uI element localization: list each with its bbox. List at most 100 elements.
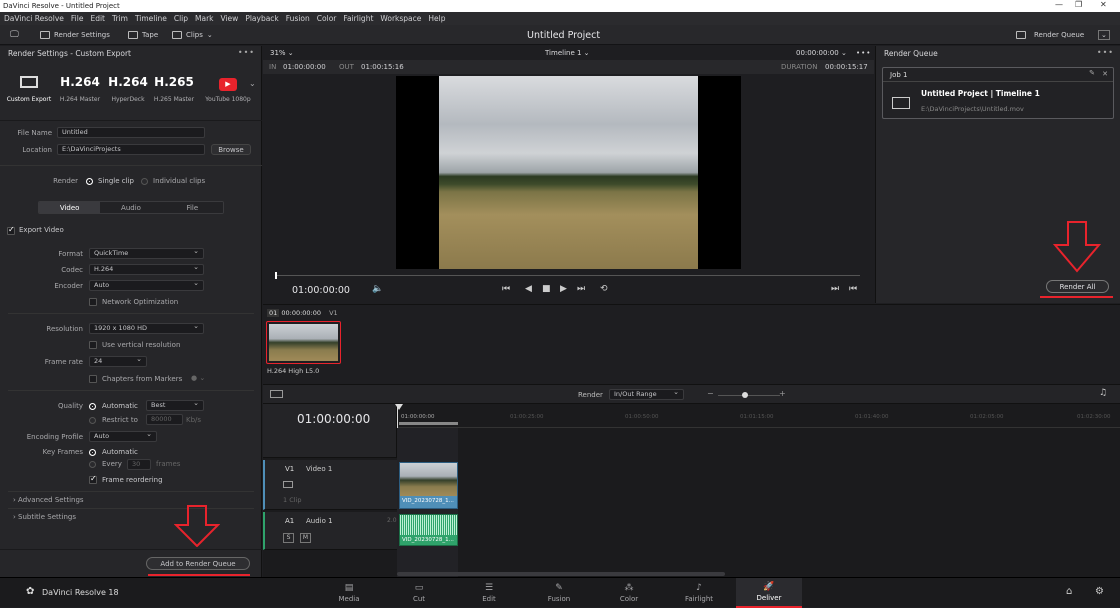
restrict-value-input[interactable]: 80000 — [146, 414, 183, 425]
audio-clip[interactable]: VID_20230728_1... — [399, 514, 458, 546]
timeline-scrollbar[interactable] — [397, 572, 725, 576]
video-frame[interactable] — [396, 76, 741, 269]
playhead-marker-icon[interactable] — [395, 404, 403, 410]
tab-file[interactable]: File — [161, 202, 223, 213]
keyframes-every-radio[interactable] — [89, 461, 96, 468]
solo-button[interactable]: S — [283, 533, 294, 543]
viewer-options-chevron-icon[interactable]: ⌄ — [841, 49, 847, 57]
track-header-a1[interactable]: A1 Audio 1 2.0 S M — [263, 512, 397, 550]
network-optimization-checkbox[interactable] — [89, 298, 97, 306]
menu-file[interactable]: File — [71, 14, 84, 23]
video-clip[interactable]: VID_20230728_1... — [399, 462, 458, 509]
timeline-view-icon[interactable] — [270, 390, 283, 398]
codec-dropdown[interactable]: H.264 — [89, 263, 204, 275]
render-all-button[interactable]: Render All — [1046, 280, 1109, 293]
every-frames-input[interactable]: 30 — [127, 459, 151, 470]
zoom-slider[interactable] — [718, 395, 780, 396]
menu-mark[interactable]: Mark — [195, 14, 214, 23]
marker-color-icon[interactable]: ● ⌄ — [191, 374, 205, 382]
add-to-render-queue-button[interactable]: Add to Render Queue — [146, 557, 250, 570]
previous-clip-icon[interactable]: ⏮ — [849, 284, 857, 294]
page-fairlight[interactable]: ♪ Fairlight — [666, 578, 732, 608]
zoom-slider-handle[interactable] — [742, 392, 748, 398]
remove-job-icon[interactable]: ✕ — [1102, 70, 1108, 78]
menu-fusion[interactable]: Fusion — [286, 14, 310, 23]
presets-chevron-icon[interactable]: ⌄ — [249, 79, 256, 88]
preset-h264-master[interactable]: H.264 H.264 Master — [56, 72, 104, 103]
resolution-dropdown[interactable]: 1920 x 1080 HD — [89, 322, 204, 334]
browse-button[interactable]: Browse — [211, 144, 251, 155]
menu-clip[interactable]: Clip — [174, 14, 188, 23]
menu-color[interactable]: Color — [317, 14, 337, 23]
menu-davinci[interactable]: DaVinci Resolve — [4, 14, 64, 23]
render-queue-more-icon[interactable]: ••• — [1097, 48, 1114, 57]
volume-icon[interactable]: 🔈 — [372, 284, 383, 294]
jump-to-start-icon[interactable]: ⏮ — [502, 284, 510, 294]
page-deliver[interactable]: 🚀 Deliver — [736, 578, 802, 608]
track-header-v1[interactable]: V1 Video 1 1 Clip — [263, 460, 397, 510]
preset-hyperdeck[interactable]: H.264 HyperDeck — [104, 72, 152, 103]
home-icon[interactable]: ⌂ — [1066, 586, 1072, 597]
mute-button[interactable]: M — [300, 533, 311, 543]
scrubber-bar[interactable] — [275, 275, 860, 276]
quality-automatic-radio[interactable] — [89, 403, 96, 410]
restrict-to-radio[interactable] — [89, 417, 96, 424]
single-clip-radio[interactable] — [86, 178, 93, 185]
render-settings-toggle[interactable]: Render Settings — [40, 25, 110, 45]
zoom-dropdown[interactable]: 31% ⌄ — [270, 49, 294, 57]
viewer-more-icon[interactable]: ••• — [856, 49, 871, 57]
subtitle-settings-expander[interactable]: › Subtitle Settings — [13, 513, 76, 521]
menu-view[interactable]: View — [221, 14, 239, 23]
preset-custom-export[interactable]: Custom Export — [5, 72, 53, 103]
loop-icon[interactable]: ⟲ — [600, 284, 608, 294]
export-video-checkbox[interactable] — [7, 225, 15, 235]
clips-toggle[interactable]: Clips ⌄ — [172, 25, 213, 45]
menu-playback[interactable]: Playback — [245, 14, 278, 23]
edit-job-icon[interactable]: ✎ — [1089, 69, 1095, 77]
track-toggle-icon[interactable] — [283, 481, 293, 488]
preset-h265-master[interactable]: H.265 H.265 Master — [150, 72, 198, 103]
vertical-resolution-checkbox[interactable] — [89, 341, 97, 349]
audio-meter-icon[interactable]: ♫ — [1099, 388, 1107, 398]
render-job-card[interactable]: Job 1 ✎ ✕ Untitled Project | Timeline 1 … — [882, 67, 1114, 119]
menu-help[interactable]: Help — [428, 14, 445, 23]
individual-clips-radio[interactable] — [141, 178, 148, 185]
menu-trim[interactable]: Trim — [112, 14, 128, 23]
page-media[interactable]: ▤ Media — [316, 578, 382, 608]
settings-gear-icon[interactable]: ⚙ — [1095, 586, 1104, 597]
menu-workspace[interactable]: Workspace — [380, 14, 421, 23]
page-edit[interactable]: ☰ Edit — [456, 578, 522, 608]
page-cut[interactable]: ▭ Cut — [386, 578, 452, 608]
location-input[interactable]: E:\DaVinciProjects — [57, 144, 205, 155]
frame-reordering-checkbox[interactable] — [89, 474, 97, 484]
clip-thumbnail[interactable] — [266, 321, 341, 364]
playhead[interactable] — [275, 272, 277, 279]
encoding-profile-dropdown[interactable]: Auto — [89, 430, 157, 442]
menu-fairlight[interactable]: Fairlight — [343, 14, 373, 23]
monitor-toggle-button[interactable]: 🖵 — [10, 25, 19, 45]
advanced-settings-expander[interactable]: › Advanced Settings — [13, 496, 84, 504]
page-fusion[interactable]: ✎ Fusion — [526, 578, 592, 608]
close-window-button[interactable]: ✕ — [1100, 0, 1107, 9]
preset-youtube-1080p[interactable]: ▶ YouTube 1080p — [202, 72, 254, 103]
encoder-dropdown[interactable]: Auto — [89, 279, 204, 291]
render-range-dropdown[interactable]: In/Out Range — [609, 388, 684, 400]
play-reverse-icon[interactable]: ◀ — [525, 284, 532, 294]
quality-dropdown[interactable]: Best — [146, 399, 204, 411]
format-dropdown[interactable]: QuickTime — [89, 247, 204, 259]
minimize-button[interactable]: — — [1055, 0, 1063, 9]
zoom-out-icon[interactable]: − — [707, 389, 714, 398]
stop-icon[interactable]: ■ — [542, 284, 551, 294]
tab-video[interactable]: Video — [39, 202, 101, 213]
jump-to-end-icon[interactable]: ⏭ — [577, 284, 585, 294]
tape-toggle[interactable]: Tape — [128, 25, 158, 45]
play-icon[interactable]: ▶ — [560, 284, 567, 294]
collapse-button[interactable]: ⌄ — [1098, 25, 1110, 45]
keyframes-automatic-radio[interactable] — [89, 449, 96, 456]
menu-edit[interactable]: Edit — [90, 14, 105, 23]
tab-audio[interactable]: Audio — [100, 202, 162, 213]
page-color[interactable]: ⁂ Color — [596, 578, 662, 608]
more-options-icon[interactable]: ••• — [238, 48, 255, 57]
frame-rate-dropdown[interactable]: 24 — [89, 355, 147, 367]
next-clip-icon[interactable]: ⏭ — [831, 284, 839, 294]
